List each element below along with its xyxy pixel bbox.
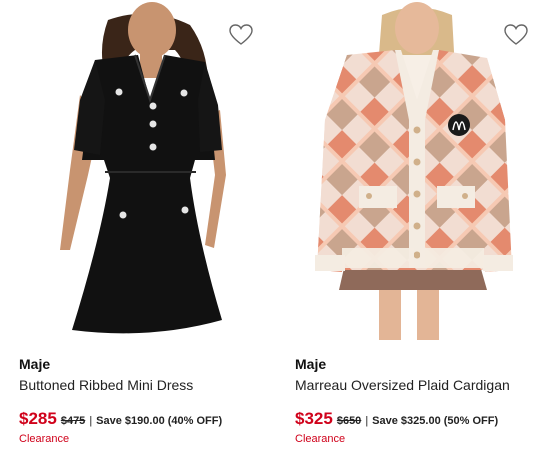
favorite-heart-icon[interactable] (504, 24, 528, 46)
product-image[interactable] (0, 0, 262, 340)
sale-price: $325 (295, 409, 333, 428)
price-line: $325 $650 | Save $325.00 (50% OFF) (295, 409, 498, 429)
savings-text: Save $190.00 (40% OFF) (96, 415, 223, 427)
original-price: $650 (336, 415, 362, 427)
original-price: $475 (60, 415, 86, 427)
product-name[interactable]: Buttoned Ribbed Mini Dress (19, 377, 193, 393)
product-card[interactable]: Maje Buttoned Ribbed Mini Dress $285 $47… (0, 0, 262, 454)
favorite-heart-icon[interactable] (229, 24, 253, 46)
price-separator: | (365, 415, 369, 427)
price-separator: | (89, 415, 93, 427)
clearance-badge: Clearance (19, 433, 70, 445)
product-image[interactable] (277, 0, 539, 340)
product-card[interactable]: Maje Marreau Oversized Plaid Cardigan $3… (277, 0, 539, 454)
product-brand[interactable]: Maje (295, 356, 326, 372)
plaid-cardigan-illustration (315, 2, 513, 340)
black-dress-illustration (60, 2, 226, 334)
sale-price: $285 (19, 409, 57, 428)
price-line: $285 $475 | Save $190.00 (40% OFF) (19, 409, 222, 429)
product-name[interactable]: Marreau Oversized Plaid Cardigan (295, 377, 510, 393)
clearance-badge: Clearance (295, 433, 346, 445)
savings-text: Save $325.00 (50% OFF) (372, 415, 499, 427)
product-brand[interactable]: Maje (19, 356, 50, 372)
